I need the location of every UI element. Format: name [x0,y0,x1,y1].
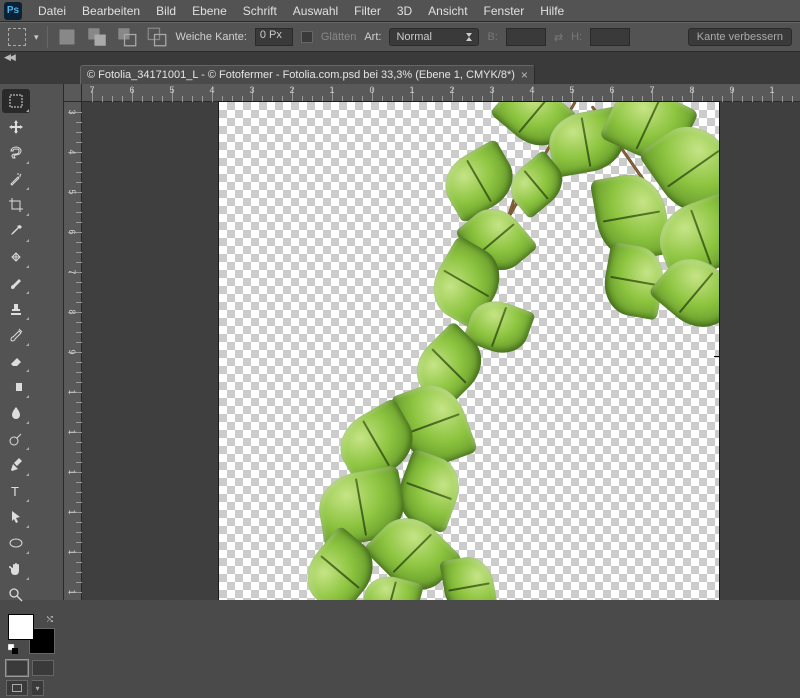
menu-3d[interactable]: 3D [389,0,420,22]
menu-bild[interactable]: Bild [148,0,184,22]
menu-bearbeiten[interactable]: Bearbeiten [74,0,148,22]
screenmode-row: ▾ [0,678,63,698]
blur-tool[interactable] [2,401,30,425]
quickmask-mode-button[interactable] [32,660,54,676]
menu-hilfe[interactable]: Hilfe [532,0,572,22]
eraser-tool[interactable] [2,349,30,373]
gradient-tool[interactable] [2,375,30,399]
history-brush-tool[interactable] [2,323,30,347]
selection-subtract-icon[interactable] [117,28,137,46]
eyedropper-tool[interactable] [2,219,30,243]
stamp-tool[interactable] [2,297,30,321]
height-input[interactable] [590,28,630,46]
menubar: Ps Datei Bearbeiten Bild Ebene Schrift A… [0,0,800,22]
brush-tool[interactable] [2,271,30,295]
ruler-origin[interactable] [64,84,82,102]
crop-tool[interactable] [2,193,30,217]
menu-datei[interactable]: Datei [30,0,74,22]
ruler-vertical[interactable]: 3456789111111 [64,102,82,600]
feather-input[interactable]: 0 Px [255,28,293,46]
antialias-label: Glätten [321,31,356,43]
canvas-area: 765432101234567891 3456789111111 [64,84,800,600]
document-title: © Fotolia_34171001_L - © Fotofermer - Fo… [87,69,515,81]
menu-filter[interactable]: Filter [346,0,389,22]
screenmode-button[interactable] [6,680,28,696]
marquee-tool[interactable] [2,89,30,113]
healing-tool[interactable] [2,245,30,269]
feather-label: Weiche Kante: [176,31,247,43]
foreground-swatch[interactable] [8,614,34,640]
path-select-tool[interactable] [2,505,30,529]
antialias-checkbox[interactable] [301,31,313,43]
lasso-tool[interactable] [2,141,30,165]
shape-tool[interactable] [2,531,30,555]
type-tool[interactable]: T [2,479,30,503]
selection-add-icon[interactable] [87,28,107,46]
style-select[interactable]: Normal [389,28,479,46]
menu-ansicht[interactable]: Ansicht [420,0,475,22]
menu-auswahl[interactable]: Auswahl [285,0,346,22]
menu-fenster[interactable]: Fenster [476,0,533,22]
magic-wand-tool[interactable] [2,167,30,191]
pen-tool[interactable] [2,453,30,477]
document-tab[interactable]: © Fotolia_34171001_L - © Fotofermer - Fo… [80,65,535,84]
hand-tool[interactable] [2,557,30,581]
dropdown-icon[interactable]: ▾ [34,32,39,43]
width-input[interactable] [506,28,546,46]
ruler-horizontal[interactable]: 765432101234567891 [82,84,800,102]
default-colors-icon[interactable] [8,644,18,654]
app-logo: Ps [4,2,22,20]
document-canvas[interactable] [219,102,719,600]
zoom-tool[interactable] [2,583,30,607]
options-bar: ▾ Weiche Kante: 0 Px Glätten Art: Normal… [0,22,800,52]
dodge-tool[interactable] [2,427,30,451]
marquee-icon[interactable] [8,28,26,46]
swap-icon[interactable]: ⇄ [554,31,563,44]
document-tabbar: © Fotolia_34171001_L - © Fotofermer - Fo… [0,62,800,84]
quickmask-row [0,658,63,678]
menu-schrift[interactable]: Schrift [235,0,285,22]
width-label: B: [487,31,497,43]
screenmode-more-button[interactable]: ▾ [32,680,44,696]
selection-intersect-icon[interactable] [147,28,167,46]
color-swatches[interactable]: ⤭ [8,614,55,654]
standard-mode-button[interactable] [6,660,28,676]
menu-ebene[interactable]: Ebene [184,0,235,22]
height-label: H: [571,31,582,43]
style-label: Art: [364,31,381,43]
crosshair-cursor [714,347,719,367]
refine-edge-button[interactable]: Kante verbessern [688,28,792,46]
swap-colors-icon[interactable]: ⤭ [47,615,53,625]
move-tool[interactable] [2,115,30,139]
selection-new-icon[interactable] [57,28,77,46]
workspace: T ⤭ ▾ 765432101234567891 3456789111111 [0,84,800,600]
panel-collapse-row: ◀◀ [0,52,800,62]
close-icon[interactable]: × [521,68,528,82]
tool-panel: T ⤭ ▾ [0,84,64,600]
collapse-icon[interactable]: ◀◀ [4,52,14,63]
svg-text:T: T [11,484,19,499]
